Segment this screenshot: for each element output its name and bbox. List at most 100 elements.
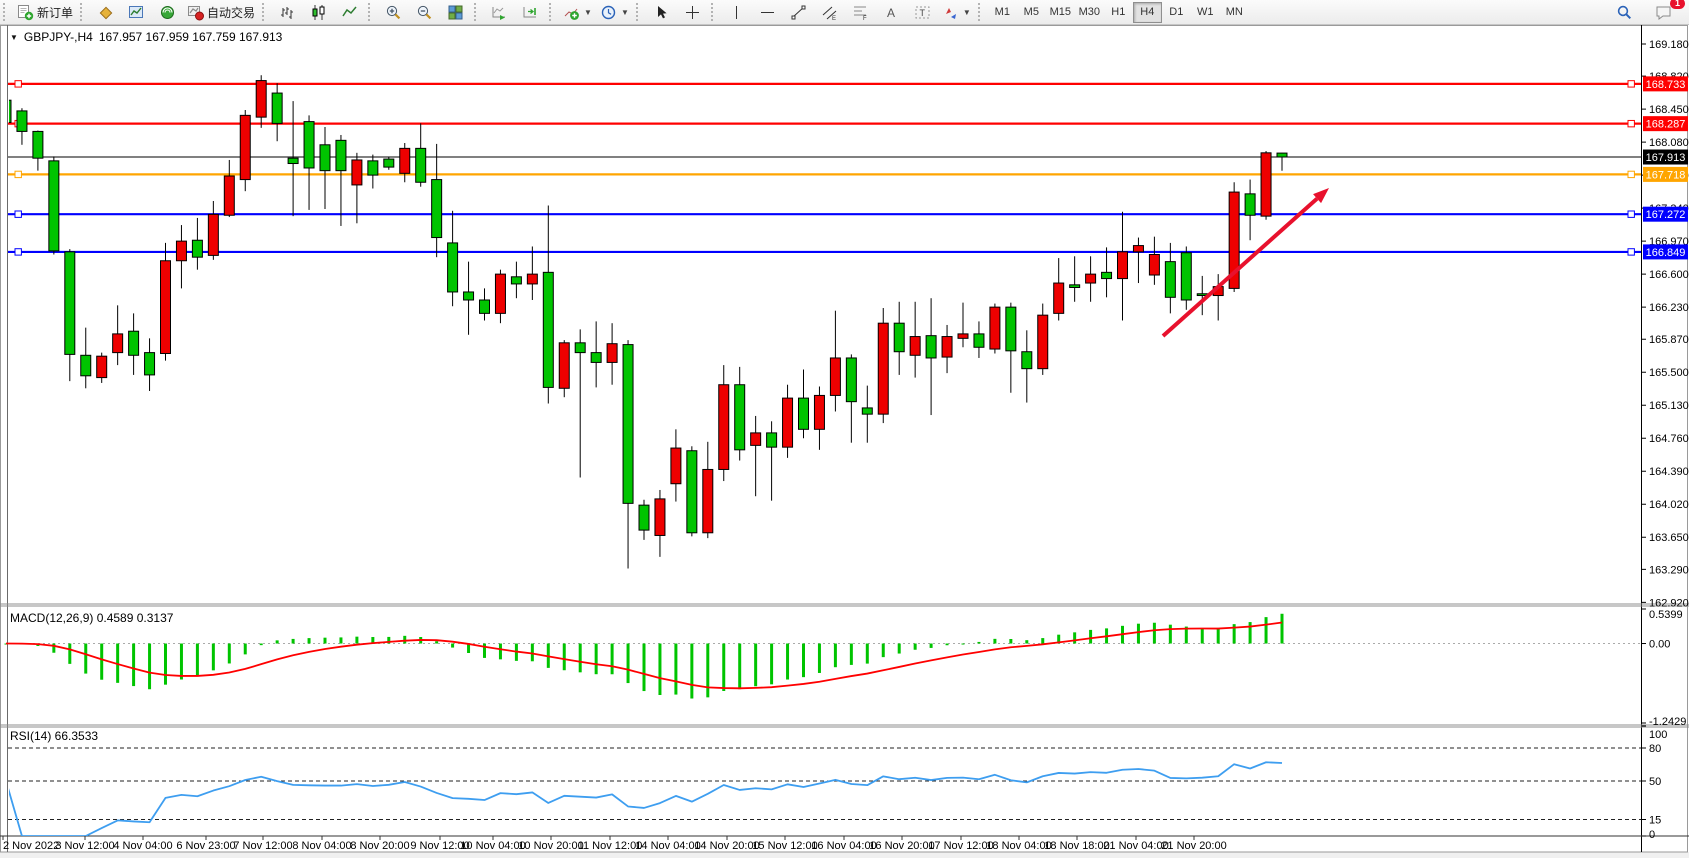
periods-button[interactable]: ▼ (596, 1, 633, 24)
time-tick-label: 21 Nov 20:00 (1161, 840, 1226, 852)
autotrading-button[interactable]: 自动交易 (183, 1, 259, 24)
candle-body (384, 159, 394, 167)
chart-canvas[interactable]: 169.180168.820168.450168.080167.710167.3… (0, 25, 1689, 853)
candle-body (336, 140, 346, 170)
candle-body (799, 398, 809, 429)
time-tick-label: 18 Nov 18:00 (1044, 840, 1109, 852)
candle-body (1102, 272, 1112, 278)
line-handle[interactable] (1628, 249, 1634, 255)
market-watch-button[interactable] (152, 1, 183, 24)
price-tick-label: 163.650 (1649, 532, 1689, 544)
time-tick-label: 4 Nov 04:00 (113, 840, 172, 852)
line-chart-button[interactable] (334, 1, 365, 24)
price-line-label: 166.849 (1643, 244, 1688, 259)
candle-body (495, 274, 505, 313)
candle-body (719, 385, 729, 470)
line-handle[interactable] (15, 211, 21, 217)
candle-body (224, 176, 234, 215)
dropdown-arrow-icon: ▼ (584, 8, 592, 17)
svg-text:A: A (887, 6, 895, 20)
arrows-tool[interactable]: ▼ (938, 1, 975, 24)
candle-body (575, 343, 585, 353)
svg-text:166.849: 166.849 (1646, 247, 1686, 259)
candle-body (1038, 315, 1048, 369)
crosshair-button[interactable] (677, 1, 708, 24)
candle-body (1070, 285, 1080, 288)
candle-body (846, 358, 856, 402)
timeframe-d1[interactable]: D1 (1162, 2, 1191, 23)
new-chart-button[interactable] (90, 1, 121, 24)
time-tick-label: 7 Nov 12:00 (233, 840, 292, 852)
toolbar-handle (978, 3, 984, 21)
price-tick-label: 168.080 (1649, 137, 1689, 149)
price-tick-label: 169.180 (1649, 39, 1689, 51)
candle-body (559, 343, 569, 388)
timeframe-h1[interactable]: H1 (1104, 2, 1133, 23)
tile-windows-button[interactable] (440, 1, 471, 24)
mt4-terminal: { "toolbar": { "new_order_label": "新订单",… (0, 0, 1689, 858)
timeframe-m30[interactable]: M30 (1075, 2, 1104, 23)
candle-body (735, 385, 745, 450)
zoom-out-button[interactable] (409, 1, 440, 24)
timeframe-mn[interactable]: MN (1220, 2, 1249, 23)
chart-shift-button[interactable] (515, 1, 546, 24)
text-label-tool[interactable]: T (907, 1, 938, 24)
auto-scroll-icon (491, 4, 508, 21)
vertical-line-tool[interactable] (721, 1, 752, 24)
indicators-button[interactable]: ▼ (559, 1, 596, 24)
cursor-button[interactable] (646, 1, 677, 24)
candle-body (543, 272, 553, 387)
candle-body (113, 334, 123, 353)
candle-body (751, 433, 761, 445)
price-tick-label: 163.290 (1649, 564, 1689, 576)
line-handle[interactable] (1628, 171, 1634, 177)
timeframe-m1[interactable]: M1 (988, 2, 1017, 23)
horizontal-line-icon (759, 4, 776, 21)
timeframe-m15[interactable]: M15 (1046, 2, 1075, 23)
candle-body (1118, 252, 1128, 279)
timeframe-h4[interactable]: H4 (1133, 2, 1162, 23)
tile-windows-icon (447, 4, 464, 21)
line-handle[interactable] (15, 81, 21, 87)
line-handle[interactable] (1628, 81, 1634, 87)
equidistant-channel-tool[interactable]: E (814, 1, 845, 24)
chat-button[interactable]: 1 (1648, 1, 1679, 24)
new-order-icon (17, 4, 34, 21)
candle-body (1054, 283, 1064, 313)
candle-body (1022, 352, 1032, 369)
line-handle[interactable] (1628, 120, 1634, 126)
candle-body (783, 398, 793, 447)
svg-text:167.718: 167.718 (1646, 169, 1686, 181)
profiles-button[interactable] (121, 1, 152, 24)
horizontal-line-tool[interactable] (752, 1, 783, 24)
timeframe-m5[interactable]: M5 (1017, 2, 1046, 23)
candle-body (304, 122, 314, 168)
time-tick-label: 16 Nov 20:00 (869, 840, 934, 852)
arrows-icon (942, 4, 959, 21)
zoom-in-icon (385, 4, 402, 21)
candle-body (607, 344, 617, 363)
time-tick-label: 18 Nov 04:00 (986, 840, 1051, 852)
candlestick-chart-button[interactable] (303, 1, 334, 24)
text-label-icon: T (914, 4, 931, 21)
zoom-in-button[interactable] (378, 1, 409, 24)
line-handle[interactable] (15, 249, 21, 255)
text-tool[interactable]: A (876, 1, 907, 24)
line-handle[interactable] (15, 171, 21, 177)
line-handle[interactable] (1628, 211, 1634, 217)
toolbar-handle[interactable] (3, 3, 9, 21)
bar-chart-button[interactable] (272, 1, 303, 24)
trendline-tool[interactable] (783, 1, 814, 24)
auto-scroll-button[interactable] (484, 1, 515, 24)
fibonacci-tool[interactable]: F (845, 1, 876, 24)
vertical-line-icon (728, 4, 745, 21)
timeframe-w1[interactable]: W1 (1191, 2, 1220, 23)
search-icon (1616, 4, 1633, 21)
new-order-button[interactable]: 新订单 (13, 1, 77, 24)
time-tick-label: 10 Nov 04:00 (460, 840, 525, 852)
search-button[interactable] (1609, 1, 1640, 24)
cursor-icon (653, 4, 670, 21)
price-tick-label: 165.130 (1649, 400, 1689, 412)
rsi-tick-label: 0 (1649, 829, 1655, 841)
candle-body (97, 356, 107, 377)
